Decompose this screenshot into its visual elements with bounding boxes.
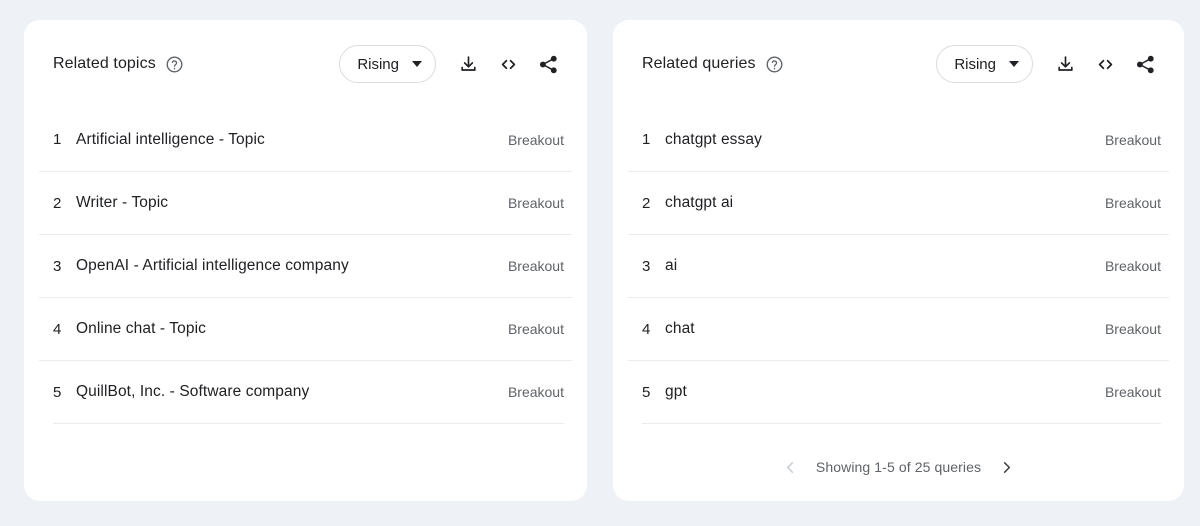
page-title: Related topics [53,55,156,72]
panel-header: Related topics Rising [38,20,573,108]
row-label: Online chat - Topic [76,320,206,337]
row-rank: 5 [53,383,62,401]
row-value: Breakout [1104,131,1161,148]
table-row[interactable]: 2 chatgpt ai Breakout [628,171,1169,234]
table-row[interactable]: 1 chatgpt essay Breakout [628,108,1169,171]
row-rank: 3 [642,257,651,275]
table-row[interactable]: 4 Online chat - Topic Breakout [39,297,572,360]
embed-code-icon[interactable] [1090,49,1120,79]
table-row[interactable]: 3 ai Breakout [628,234,1169,297]
related-topics-list: 1 Artificial intelligence - Topic Breako… [38,108,573,501]
table-row[interactable]: 3 OpenAI - Artificial intelligence compa… [39,234,572,297]
row-label: QuillBot, Inc. - Software company [76,383,310,400]
download-icon[interactable] [1050,49,1080,79]
row-rank: 5 [642,383,651,401]
row-value: Breakout [1104,258,1161,274]
download-icon[interactable] [453,49,483,79]
table-row[interactable]: 5 QuillBot, Inc. - Software company Brea… [39,360,572,423]
sort-select-value: Rising [357,55,399,73]
sort-select-value: Rising [954,55,996,73]
row-value: Breakout [507,195,564,211]
help-circle-icon[interactable] [165,55,184,74]
row-label: chatgpt ai [665,194,734,211]
row-value: Breakout [507,258,564,274]
row-value: Breakout [507,384,564,400]
row-rank: 4 [642,320,651,338]
related-queries-panel: Related queries Rising 1 chatgpt essay B… [613,20,1184,501]
embed-code-icon[interactable] [493,49,523,79]
row-label: chatgpt essay [665,130,762,148]
row-label: Writer - Topic [76,194,169,211]
table-row[interactable]: 4 chat Breakout [628,297,1169,360]
chevron-down-icon [1009,61,1019,67]
chevron-right-icon[interactable] [995,456,1017,478]
related-topics-panel: Related topics Rising 1 Artificial intel… [24,20,587,501]
table-row[interactable]: 5 gpt Breakout [628,360,1169,423]
row-label: gpt [665,383,687,400]
row-value: Breakout [1104,195,1161,211]
row-label: ai [665,257,678,274]
row-label: chat [665,320,695,337]
row-value: Breakout [1104,384,1161,400]
chevron-left-icon[interactable] [780,456,802,478]
related-queries-list: 1 chatgpt essay Breakout 2 chatgpt ai Br… [627,108,1170,439]
panel-header: Related queries Rising [627,20,1170,108]
chevron-down-icon [412,61,422,67]
row-rank: 1 [642,131,651,148]
pagination: Showing 1-5 of 25 queries [627,439,1170,501]
share-icon[interactable] [1130,49,1160,79]
page-title: Related queries [642,55,756,72]
row-rank: 2 [642,194,651,212]
row-value: Breakout [1104,321,1161,337]
row-label: Artificial intelligence - Topic [76,130,265,148]
row-rank: 1 [53,131,62,148]
row-value: Breakout [507,131,564,148]
help-circle-icon[interactable] [765,55,784,74]
panels-container: Related topics Rising 1 Artificial intel… [0,0,1200,526]
table-row[interactable]: 1 Artificial intelligence - Topic Breako… [39,108,572,171]
row-rank: 3 [53,257,62,275]
row-value: Breakout [507,321,564,337]
row-rank: 2 [53,194,62,212]
row-rank: 4 [53,320,62,338]
table-row[interactable]: 2 Writer - Topic Breakout [39,171,572,234]
sort-select-queries[interactable]: Rising [936,45,1033,83]
sort-select-topics[interactable]: Rising [339,45,436,83]
row-label: OpenAI - Artificial intelligence company [76,257,349,274]
pagination-status: Showing 1-5 of 25 queries [815,459,982,475]
share-icon[interactable] [533,49,563,79]
